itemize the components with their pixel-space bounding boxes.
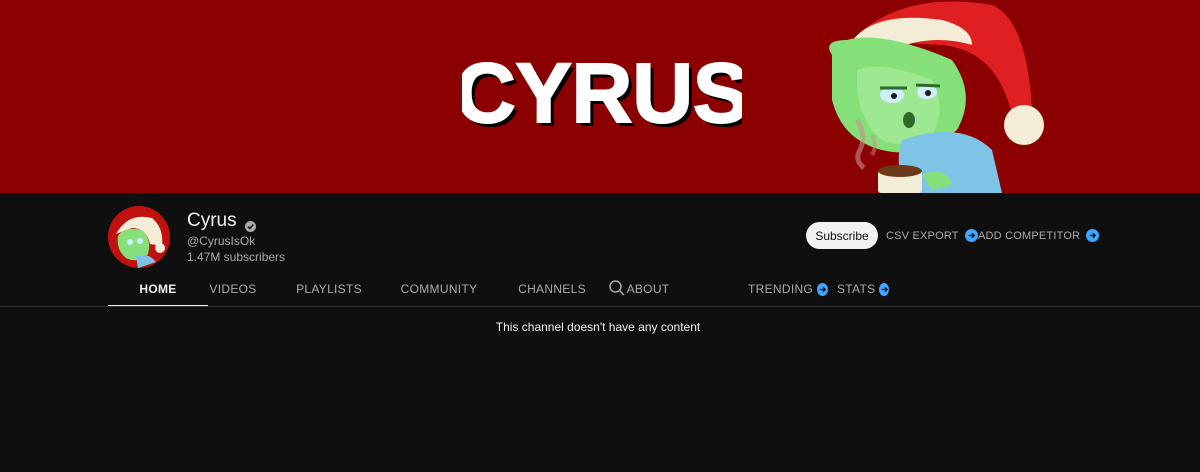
tab-trending-label: TRENDING (748, 282, 814, 296)
channel-handle: @CyrusIsOk (187, 234, 256, 248)
tab-about[interactable]: ABOUT (627, 272, 670, 306)
empty-content-message: This channel doesn't have any content (495, 320, 701, 334)
channel-name: Cyrus (187, 210, 256, 232)
tab-videos[interactable]: VIDEOS (208, 272, 258, 306)
tabs-divider (0, 306, 1200, 307)
verified-check-icon (244, 216, 256, 232)
add-competitor-label: ADD COMPETITOR (978, 229, 1081, 242)
play-circle-icon (879, 282, 889, 296)
tab-stats[interactable]: STATS (837, 272, 889, 306)
channel-tabs: HOME VIDEOS PLAYLISTS COMMUNITY CHANNELS… (108, 272, 908, 307)
tab-trending[interactable]: TRENDING (748, 272, 828, 306)
tab-community[interactable]: COMMUNITY (401, 272, 477, 306)
csv-export-label: CSV EXPORT (886, 229, 959, 242)
tab-playlists[interactable]: PLAYLISTS (296, 272, 362, 306)
tab-stats-label: STATS (837, 282, 876, 296)
tab-channels[interactable]: CHANNELS (518, 272, 585, 306)
play-circle-icon (1086, 229, 1100, 242)
banner-title: CYRUS CYRUS (454, 45, 753, 144)
subscriber-count: 1.47M subscribers (187, 250, 286, 264)
play-circle-icon (817, 282, 828, 296)
add-competitor-button[interactable]: ADD COMPETITOR (978, 229, 1100, 242)
play-circle-icon (964, 229, 978, 242)
banner-title-text: CYRUS (462, 48, 742, 140)
subscribe-button[interactable]: Subscribe (806, 222, 878, 249)
channel-avatar[interactable] (108, 206, 170, 268)
channel-name-text: Cyrus (187, 210, 237, 231)
banner-character-art (812, 0, 1072, 193)
channel-banner: CYRUS CYRUS (0, 0, 1200, 193)
tab-home[interactable]: HOME (108, 272, 208, 307)
search-icon[interactable] (608, 279, 626, 297)
csv-export-button[interactable]: CSV EXPORT (886, 229, 978, 242)
